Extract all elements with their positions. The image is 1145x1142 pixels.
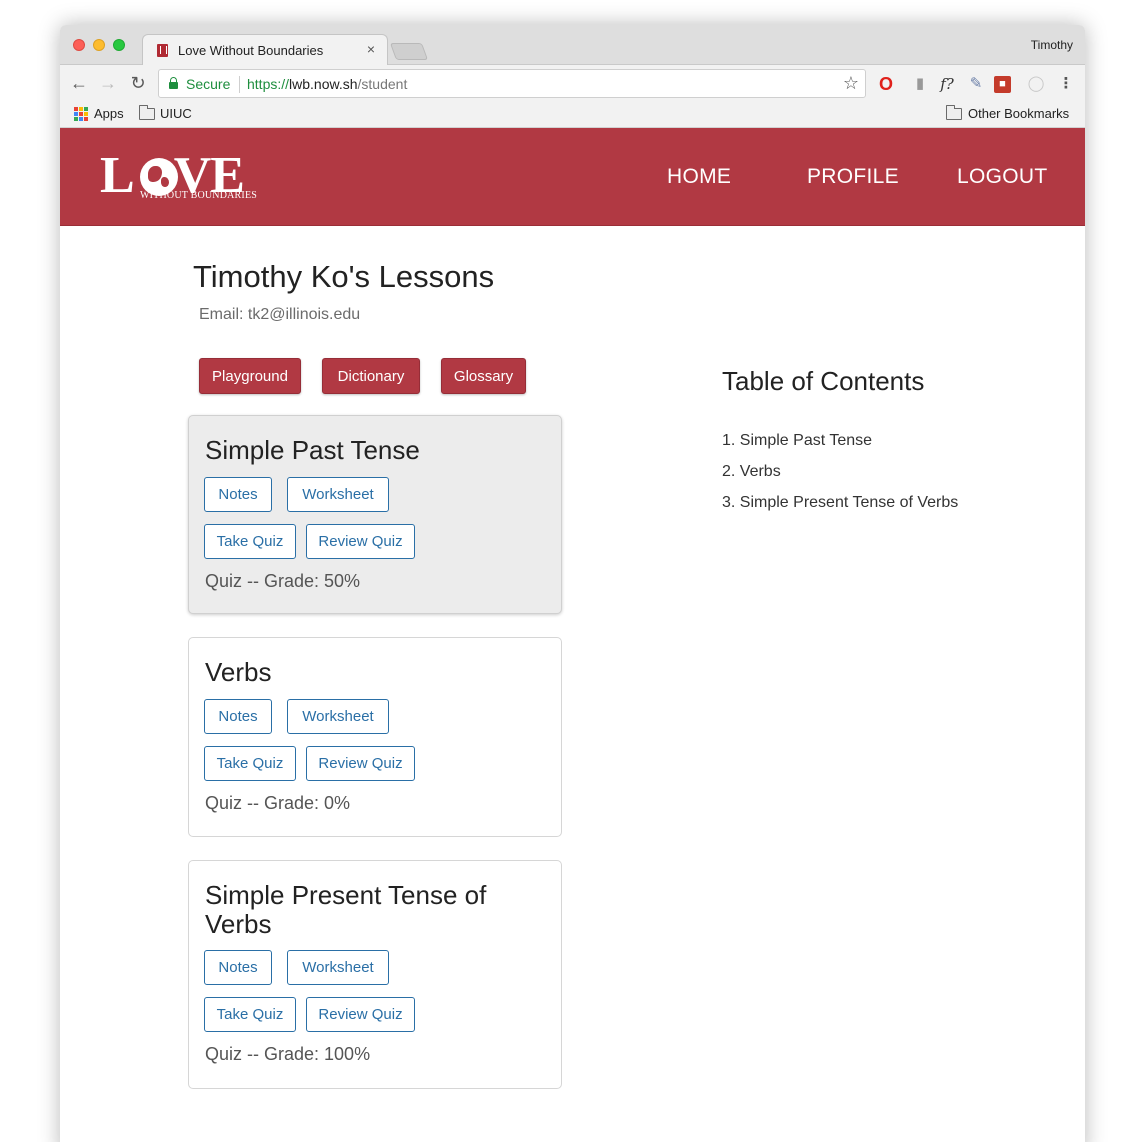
url-scheme: https:// <box>247 76 290 92</box>
toc-item[interactable]: 1. Simple Past Tense <box>722 432 872 450</box>
formula-extension-icon[interactable]: f? <box>937 74 957 94</box>
window-close-button[interactable] <box>73 39 85 51</box>
address-separator <box>239 76 240 93</box>
take-quiz-button[interactable]: Take Quiz <box>204 997 296 1032</box>
lock-icon <box>169 77 178 89</box>
review-quiz-button[interactable]: Review Quiz <box>306 746 415 781</box>
new-tab-button[interactable] <box>389 43 429 60</box>
nav-profile[interactable]: PROFILE <box>807 165 899 189</box>
bookmark-uiuc[interactable]: UIUC <box>160 106 192 121</box>
url-host: lwb.now.sh <box>289 76 358 92</box>
lesson-title: Simple Present Tense of Verbs <box>205 880 487 939</box>
secure-label: Secure <box>186 76 231 92</box>
notes-button[interactable]: Notes <box>204 950 272 985</box>
url-path: /student <box>357 76 408 92</box>
notes-button[interactable]: Notes <box>204 477 272 512</box>
window-maximize-button[interactable] <box>113 39 125 51</box>
window-minimize-button[interactable] <box>93 39 105 51</box>
bookmarks-bar: Apps UIUC Other Bookmarks <box>60 102 1085 128</box>
site-logo[interactable]: L VE WITHOUT BOUNDARIES <box>100 150 285 204</box>
folder-icon <box>946 105 962 120</box>
browser-toolbar: ← → ↻ Secure https://lwb.now.sh/student … <box>60 65 1085 102</box>
site-header: L VE WITHOUT BOUNDARIES HOME PROFILE LOGO… <box>60 128 1085 226</box>
quiz-grade: Quiz -- Grade: 100% <box>205 1044 371 1064</box>
tab-strip: Love Without Boundaries × Timothy <box>60 25 1085 65</box>
url-text[interactable]: https://lwb.now.sh/student <box>247 76 407 92</box>
lesson-card: Simple Past Tense Notes Worksheet Take Q… <box>188 415 562 614</box>
forward-arrow-icon[interactable]: → <box>98 73 118 93</box>
browser-tab[interactable]: Love Without Boundaries × <box>142 34 388 65</box>
tab-close-icon[interactable]: × <box>367 41 375 57</box>
red-extension-icon[interactable]: ■ <box>994 76 1011 93</box>
quiz-grade: Quiz -- Grade: 50% <box>205 571 361 591</box>
tab-title: Love Without Boundaries <box>178 43 324 58</box>
bookmark-star-icon[interactable]: ☆ <box>843 73 859 94</box>
address-bar[interactable]: Secure https://lwb.now.sh/student ☆ <box>158 69 866 98</box>
toc-item[interactable]: 3. Simple Present Tense of Verbs <box>722 494 958 512</box>
extension-gray-icon[interactable]: ▮ <box>910 74 930 94</box>
eyedropper-extension-icon[interactable]: ✎ <box>966 74 986 94</box>
glossary-button[interactable]: Glossary <box>441 358 526 394</box>
toc-title: Table of Contents <box>722 366 925 396</box>
lesson-card: Verbs Notes Worksheet Take Quiz Review Q… <box>188 637 562 837</box>
worksheet-button[interactable]: Worksheet <box>287 699 389 734</box>
page-title: Timothy Ko's Lessons <box>193 259 495 294</box>
student-email: Email: tk2@illinois.edu <box>199 306 361 323</box>
nav-logout[interactable]: LOGOUT <box>957 165 1047 189</box>
quiz-grade: Quiz -- Grade: 0% <box>205 793 351 813</box>
bookmark-apps[interactable]: Apps <box>94 106 124 121</box>
take-quiz-button[interactable]: Take Quiz <box>204 746 296 781</box>
worksheet-button[interactable]: Worksheet <box>287 477 389 512</box>
lesson-card: Simple Present Tense of Verbs Notes Work… <box>188 860 562 1089</box>
browser-profile-name[interactable]: Timothy <box>1031 38 1073 52</box>
browser-menu-icon[interactable]: ⋮ <box>1056 74 1076 94</box>
nav-home[interactable]: HOME <box>667 165 731 189</box>
circle-extension-icon[interactable]: ◯ <box>1026 74 1046 94</box>
notes-button[interactable]: Notes <box>204 699 272 734</box>
reload-icon[interactable]: ↻ <box>128 73 148 93</box>
main-content: Timothy Ko's Lessons Email: tk2@illinois… <box>60 226 1085 1142</box>
browser-window: Love Without Boundaries × Timothy ← → ↻ … <box>60 25 1085 1142</box>
folder-icon <box>139 105 155 120</box>
review-quiz-button[interactable]: Review Quiz <box>306 524 415 559</box>
site-favicon-icon <box>157 44 168 57</box>
toc-item[interactable]: 2. Verbs <box>722 463 781 481</box>
review-quiz-button[interactable]: Review Quiz <box>306 997 415 1032</box>
worksheet-button[interactable]: Worksheet <box>287 950 389 985</box>
logo-letter-l: L <box>100 147 135 204</box>
playground-button[interactable]: Playground <box>199 358 301 394</box>
logo-tagline: WITHOUT BOUNDARIES <box>140 190 258 201</box>
apps-grid-icon[interactable] <box>74 107 88 121</box>
lesson-title: Verbs <box>205 657 272 687</box>
lesson-title: Simple Past Tense <box>205 435 420 465</box>
opera-extension-icon[interactable]: O <box>876 74 896 94</box>
take-quiz-button[interactable]: Take Quiz <box>204 524 296 559</box>
bookmark-other[interactable]: Other Bookmarks <box>968 106 1069 121</box>
dictionary-button[interactable]: Dictionary <box>322 358 420 394</box>
back-arrow-icon[interactable]: ← <box>69 73 89 93</box>
